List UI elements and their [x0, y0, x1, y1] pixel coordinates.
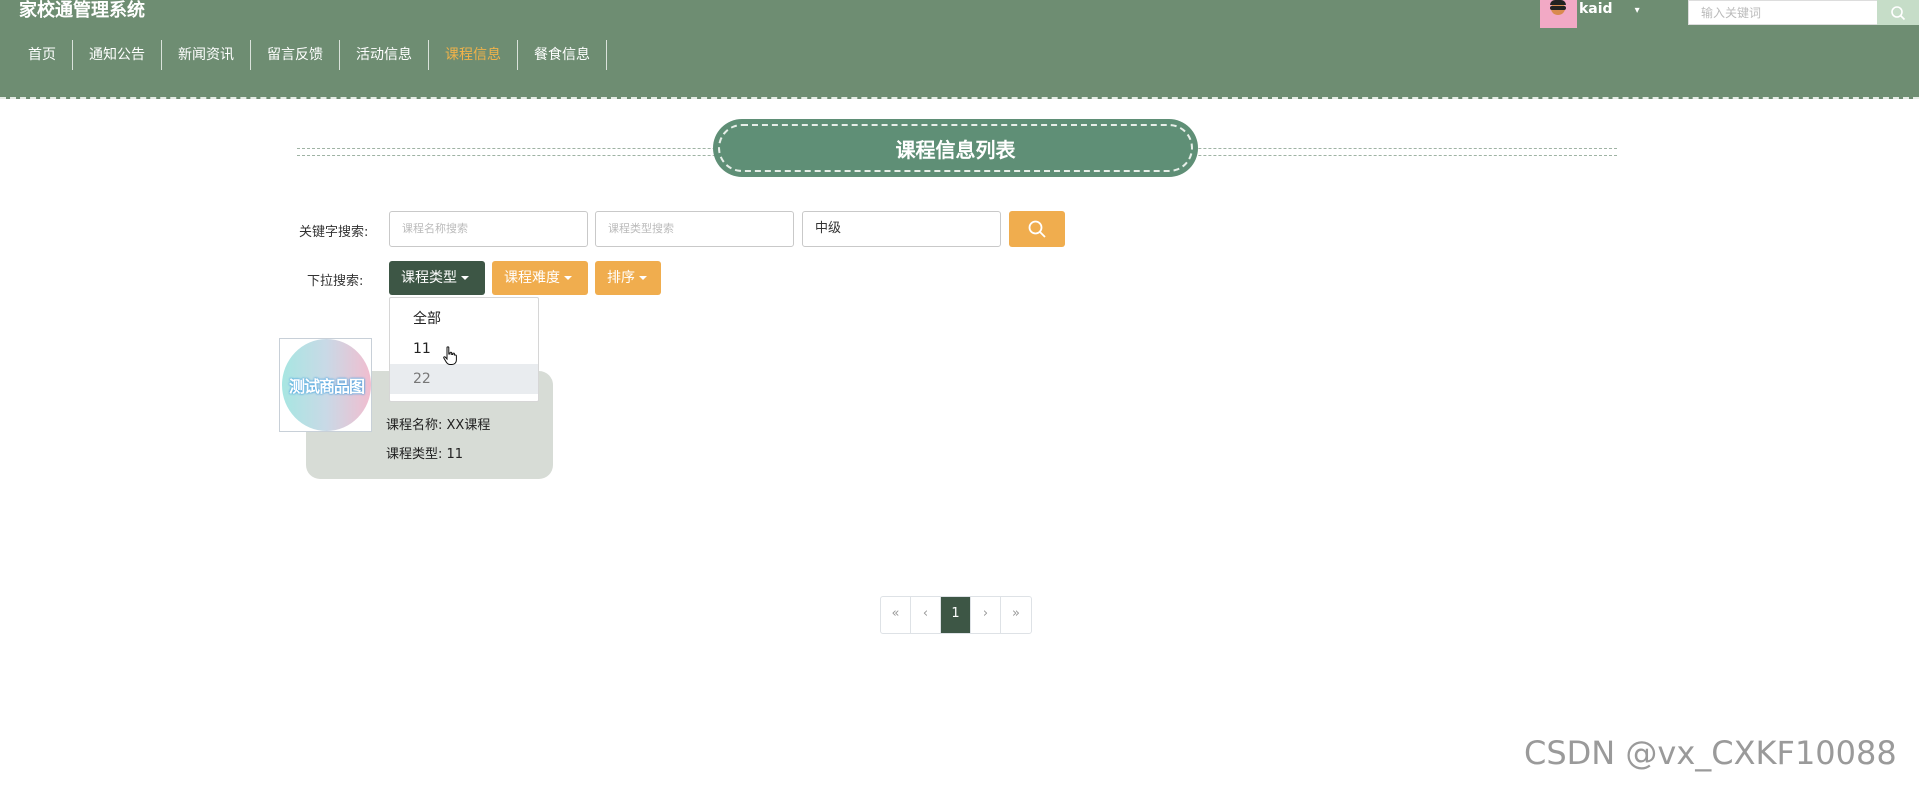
course-name-input[interactable]: 课程名称搜索: [389, 211, 588, 247]
course-type-dropdown-label: 课程类型: [401, 270, 457, 286]
course-type-dropdown[interactable]: 课程类型: [389, 261, 485, 295]
username[interactable]: kaid: [1579, 1, 1613, 17]
nav-item-courses[interactable]: 课程信息: [429, 40, 518, 70]
course-type-dropdown-menu: 全部 11 22: [389, 297, 539, 402]
nav-item-meals[interactable]: 餐食信息: [518, 40, 607, 70]
nav-item-news[interactable]: 新闻资讯: [162, 40, 251, 70]
placeholder-image-text: 测试商品图: [282, 339, 371, 431]
course-image[interactable]: 测试商品图: [279, 338, 372, 432]
caret-down-icon[interactable]: ▾: [1635, 5, 1640, 16]
page-1-button[interactable]: 1: [941, 597, 971, 633]
nav-item-notices[interactable]: 通知公告: [73, 40, 162, 70]
course-name-line: 课程名称: XX课程: [386, 418, 491, 433]
csdn-watermark: CSDN @vx_CXKF10088: [1524, 734, 1897, 772]
sort-dropdown-label: 排序: [607, 270, 635, 286]
last-page-button[interactable]: »: [1001, 597, 1031, 633]
nav-item-home[interactable]: 首页: [14, 40, 73, 70]
avatar[interactable]: [1540, 0, 1577, 28]
search-icon: [1891, 5, 1906, 20]
user-menu[interactable]: kaid ▾: [1540, 0, 1640, 28]
dropdown-option-all[interactable]: 全部: [390, 304, 538, 334]
section-title-banner: 课程信息列表: [713, 119, 1198, 177]
first-page-button[interactable]: «: [881, 597, 911, 633]
avatar-hair: [1550, 0, 1566, 5]
section-title: 课程信息列表: [718, 124, 1193, 172]
course-type-input[interactable]: 课程类型搜索: [595, 211, 794, 247]
app-title: 家校通管理系统: [19, 0, 145, 21]
dropdown-option-22[interactable]: 22: [390, 364, 538, 394]
pagination: « ‹ 1 › »: [880, 596, 1032, 634]
main-nav: 首页 通知公告 新闻资讯 留言反馈 活动信息 课程信息 餐食信息: [14, 40, 607, 70]
search-icon: [1028, 220, 1046, 238]
top-search-input[interactable]: 输入关键词: [1688, 0, 1878, 25]
next-page-button[interactable]: ›: [971, 597, 1001, 633]
dropdown-search-label: 下拉搜索:: [307, 274, 364, 289]
nav-item-activities[interactable]: 活动信息: [340, 40, 429, 70]
caret-down-icon: [461, 276, 469, 280]
prev-page-button[interactable]: ‹: [911, 597, 941, 633]
caret-down-icon: [564, 276, 572, 280]
dropdown-option-11[interactable]: 11: [390, 334, 538, 364]
sort-dropdown[interactable]: 排序: [595, 261, 661, 295]
course-type-line: 课程类型: 11: [386, 447, 464, 462]
hand-pointer-icon: [443, 346, 457, 365]
keyword-search-label: 关键字搜索:: [299, 225, 369, 240]
course-difficulty-input[interactable]: 中级: [802, 211, 1001, 247]
course-difficulty-dropdown-label: 课程难度: [504, 270, 560, 286]
course-difficulty-dropdown[interactable]: 课程难度: [492, 261, 588, 295]
top-header: 家校通管理系统 首页 通知公告 新闻资讯 留言反馈 活动信息 课程信息 餐食信息…: [0, 0, 1919, 99]
top-search-button[interactable]: [1877, 0, 1919, 25]
caret-down-icon: [639, 276, 647, 280]
avatar-sunglasses: [1550, 6, 1566, 10]
nav-item-feedback[interactable]: 留言反馈: [251, 40, 340, 70]
search-button[interactable]: [1009, 211, 1065, 247]
